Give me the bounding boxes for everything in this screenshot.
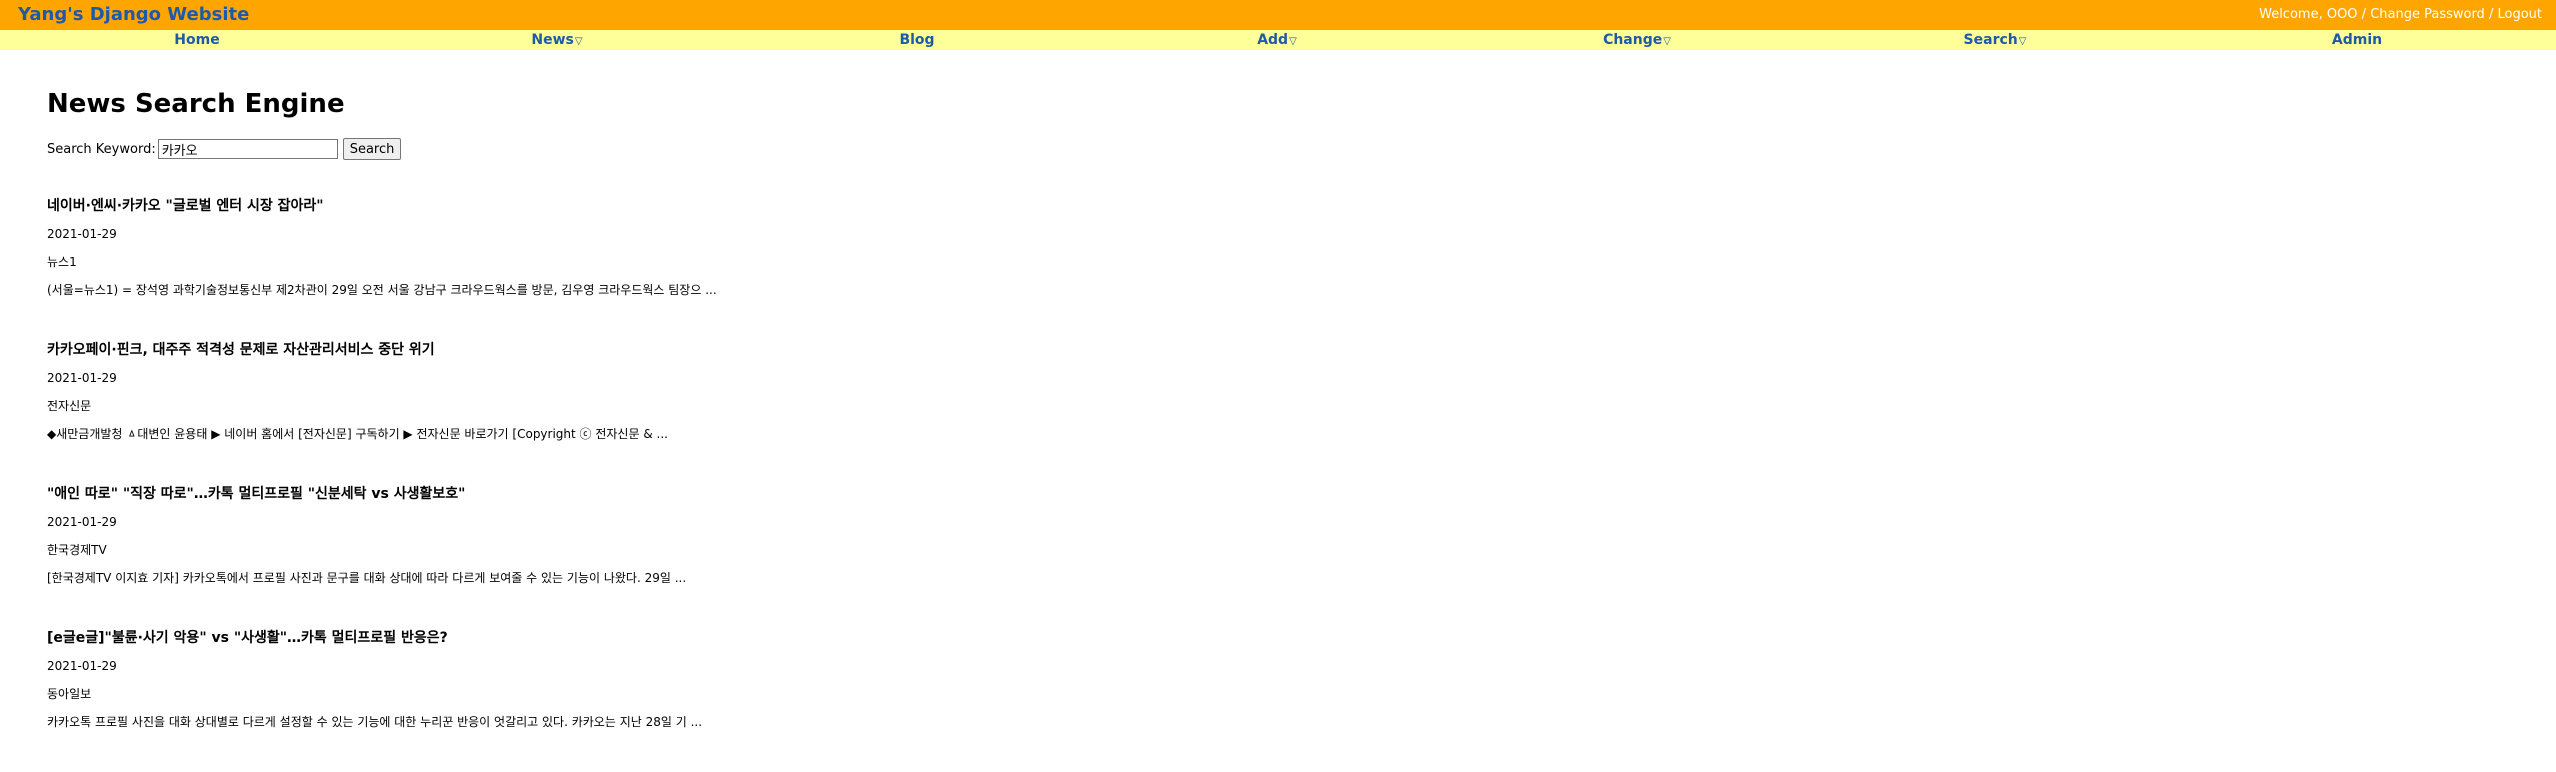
top-bar: Yang's Django Website Welcome, OOO / Cha…	[0, 0, 2556, 30]
news-list: 네이버·엔씨·카카오 "글로벌 엔터 시장 잡아라" 2021-01-29 뉴스…	[47, 196, 2507, 772]
news-item: 카카오페이·핀크, 대주주 적격성 문제로 자산관리서비스 중단 위기 2021…	[47, 340, 2507, 484]
nav-search-label: Search	[1963, 32, 2018, 48]
search-label: Search Keyword:	[47, 141, 156, 157]
separator: /	[2484, 7, 2498, 22]
news-source: 전자신문	[47, 399, 92, 413]
news-source: 뉴스1	[47, 255, 77, 269]
search-form: Search Keyword: Search	[47, 136, 2507, 162]
nav-home[interactable]: Home	[174, 32, 219, 48]
news-summary: (서울=뉴스1) = 장석영 과학기술정보통신부 제2차관이 29일 오전 서울…	[47, 283, 717, 297]
news-title-link[interactable]: [e글e글]"불륜·사기 악용" vs "사생활"…카톡 멀티프로필 반응은?	[47, 628, 2507, 648]
nav-bar: Home News▽ Blog Add▽ Change▽ Search▽ Adm…	[0, 30, 2556, 50]
site-title-link[interactable]: Yang's Django Website	[18, 4, 249, 25]
nav-search[interactable]: Search▽	[1964, 32, 2027, 48]
news-summary: 카카오톡 프로필 사진을 대화 상대별로 다르게 설정할 수 있는 기능에 대한…	[47, 715, 703, 729]
news-date: 2021-01-29	[47, 515, 117, 529]
news-source: 동아일보	[47, 687, 92, 701]
main-content: News Search Engine Search Keyword: Searc…	[47, 50, 2507, 772]
news-date: 2021-01-29	[47, 371, 117, 385]
news-date: 2021-01-29	[47, 227, 117, 241]
change-password-link[interactable]: Change Password	[2370, 7, 2485, 22]
page-title: News Search Engine	[47, 89, 345, 119]
dropdown-caret-icon: ▽	[1289, 36, 1297, 47]
news-item: "애인 따로" "직장 따로"…카톡 멀티프로필 "신분세탁 vs 사생활보호"…	[47, 484, 2507, 628]
user-links: Welcome, OOO / Change Password / Logout	[2259, 7, 2542, 22]
nav-change[interactable]: Change▽	[1603, 32, 1671, 48]
news-summary: ◆새만금개발청 ㅿ대변인 윤용태 ▶ 네이버 홈에서 [전자신문] 구독하기 ▶…	[47, 427, 668, 441]
logout-link[interactable]: Logout	[2497, 7, 2542, 22]
nav-news-label: News	[531, 32, 574, 48]
search-button[interactable]: Search	[342, 138, 402, 160]
nav-admin[interactable]: Admin	[2332, 32, 2382, 48]
news-item: [e글e글]"불륜·사기 악용" vs "사생활"…카톡 멀티프로필 반응은? …	[47, 628, 2507, 772]
nav-add[interactable]: Add▽	[1257, 32, 1297, 48]
news-item: 네이버·엔씨·카카오 "글로벌 엔터 시장 잡아라" 2021-01-29 뉴스…	[47, 196, 2507, 340]
nav-home-label: Home	[174, 32, 220, 48]
dropdown-caret-icon: ▽	[2018, 36, 2027, 47]
news-summary: [한국경제TV 이지효 기자] 카카오톡에서 프로필 사진과 문구를 대화 상대…	[47, 571, 687, 585]
news-title-link[interactable]: 카카오페이·핀크, 대주주 적격성 문제로 자산관리서비스 중단 위기	[47, 340, 2507, 360]
dropdown-caret-icon: ▽	[1663, 36, 1671, 47]
nav-admin-label: Admin	[2331, 32, 2383, 48]
nav-blog-label: Blog	[899, 32, 935, 48]
nav-add-label: Add	[1257, 32, 1289, 48]
nav-blog[interactable]: Blog	[899, 32, 934, 48]
dropdown-caret-icon: ▽	[574, 36, 583, 47]
welcome-text: Welcome, OOO /	[2259, 7, 2371, 22]
news-source: 한국경제TV	[47, 543, 107, 557]
news-title-link[interactable]: 네이버·엔씨·카카오 "글로벌 엔터 시장 잡아라"	[47, 196, 2507, 216]
news-date: 2021-01-29	[47, 659, 117, 673]
search-input[interactable]	[157, 139, 338, 159]
nav-change-label: Change	[1603, 32, 1663, 48]
nav-news[interactable]: News▽	[531, 32, 582, 48]
news-title-link[interactable]: "애인 따로" "직장 따로"…카톡 멀티프로필 "신분세탁 vs 사생활보호"	[47, 484, 2507, 504]
